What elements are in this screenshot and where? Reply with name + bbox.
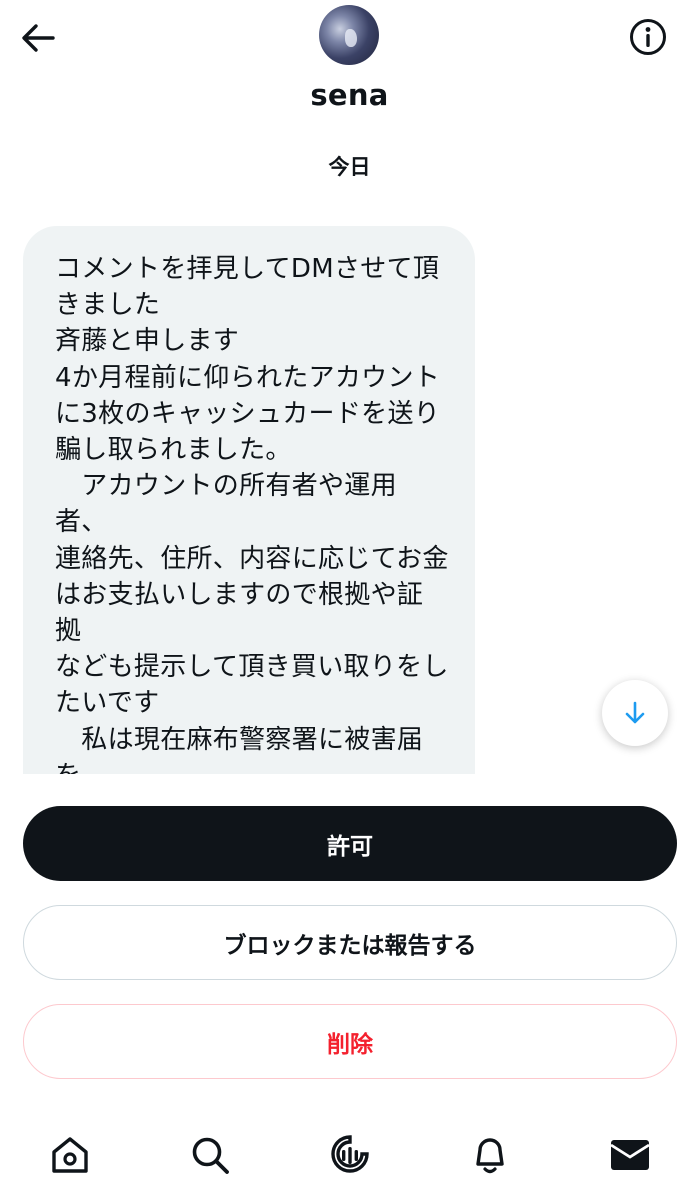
- message-text: コメントを拝見してDMさせて頂 きました 斉藤と申します 4か月程前に仰られたア…: [55, 254, 449, 774]
- accept-button[interactable]: 許可: [23, 806, 677, 881]
- nav-home[interactable]: [45, 1130, 95, 1180]
- nav-spaces[interactable]: [325, 1130, 375, 1180]
- info-button[interactable]: [627, 16, 669, 58]
- date-separator: 今日: [328, 155, 371, 179]
- message-bubble[interactable]: コメントを拝見してDMさせて頂 きました 斉藤と申します 4か月程前に仰られたア…: [23, 226, 475, 774]
- delete-button[interactable]: 削除: [23, 1004, 677, 1079]
- search-icon: [192, 1137, 229, 1174]
- info-circle-icon: [630, 19, 666, 55]
- spaces-icon: [331, 1135, 369, 1173]
- nav-messages[interactable]: [605, 1130, 655, 1180]
- user-name[interactable]: sena: [0, 78, 699, 112]
- scroll-to-bottom-button[interactable]: [602, 680, 668, 746]
- arrow-down-icon: [625, 701, 645, 724]
- arrow-left-icon: [22, 24, 55, 52]
- block-or-report-button[interactable]: ブロックまたは報告する: [23, 905, 677, 980]
- dm-request-screen: sena 今日 コメントを拝見してDMさせて頂 きました 斉藤と申します 4か月…: [0, 0, 699, 1200]
- nav-notifications[interactable]: [465, 1130, 515, 1180]
- notifications-icon: [476, 1138, 504, 1174]
- nav-search[interactable]: [185, 1130, 235, 1180]
- back-button[interactable]: [18, 18, 58, 58]
- messages-icon: [610, 1140, 650, 1170]
- conversation-header: sena: [0, 0, 699, 130]
- message-list[interactable]: コメントを拝見してDMさせて頂 きました 斉藤と申します 4か月程前に仰られたア…: [0, 222, 699, 774]
- avatar[interactable]: [319, 5, 379, 65]
- home-icon: [52, 1137, 88, 1173]
- bottom-nav: [0, 1110, 699, 1200]
